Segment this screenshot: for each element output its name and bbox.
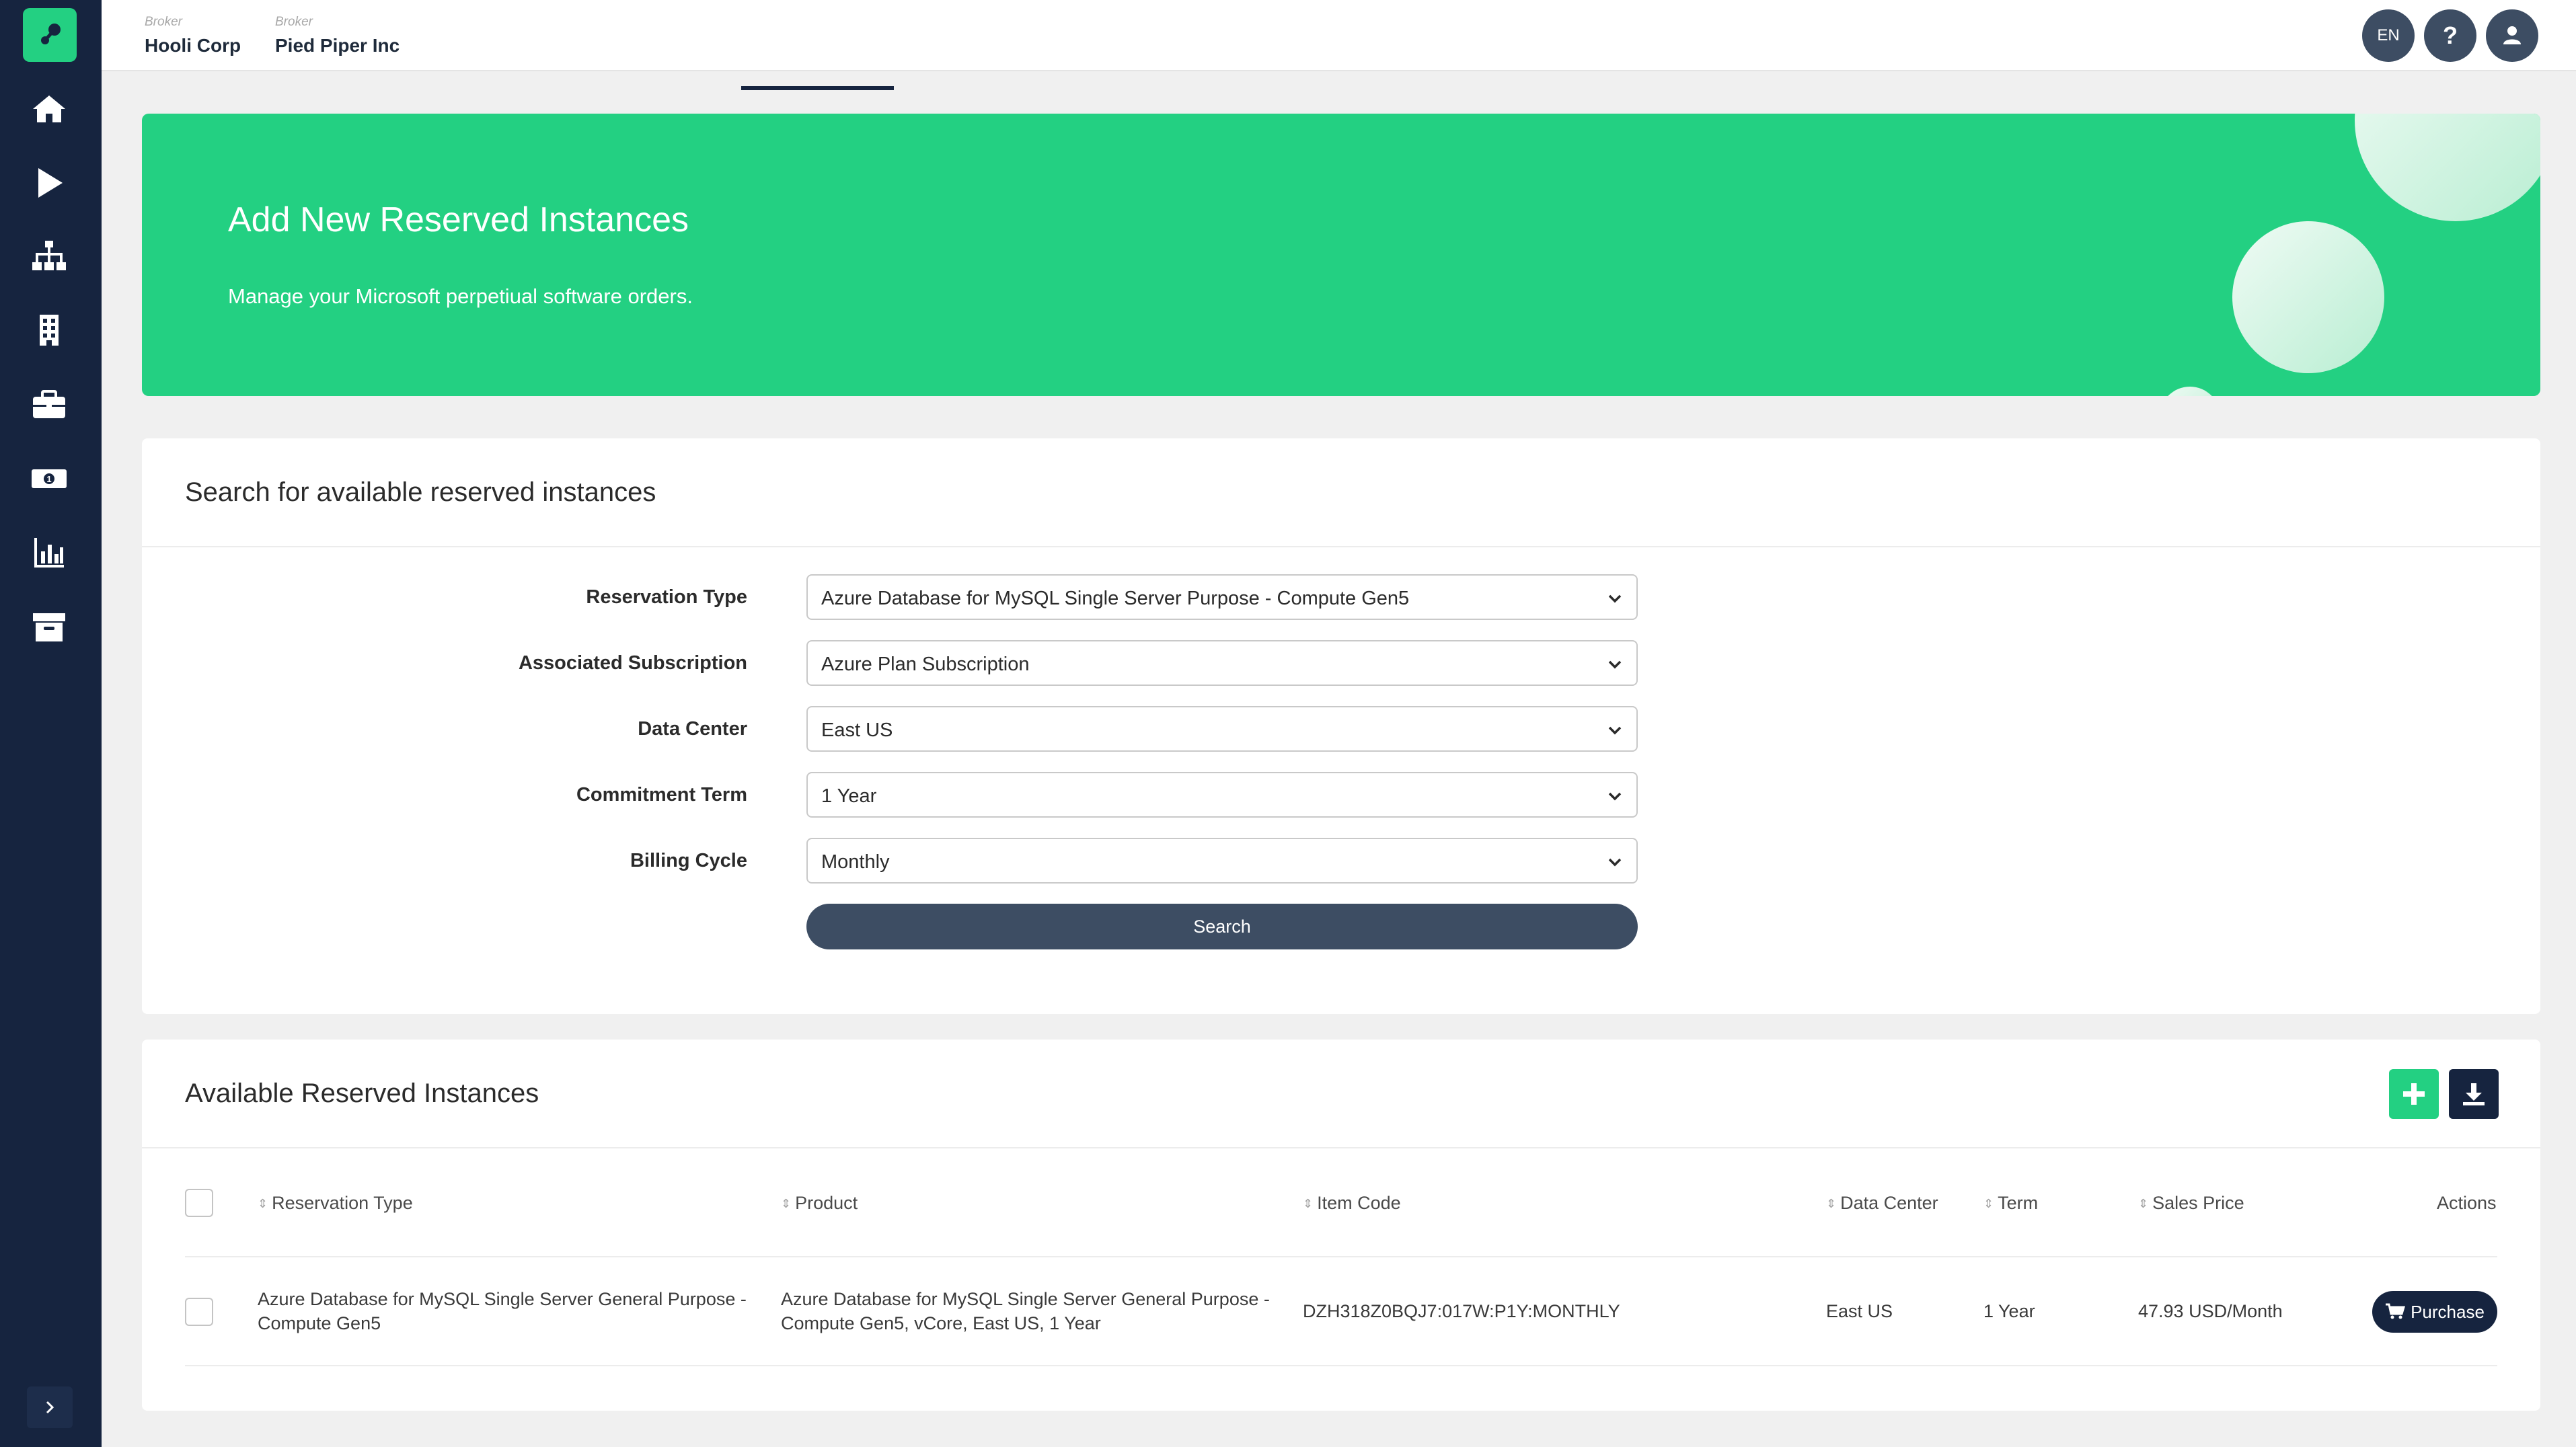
cell-product: Azure Database for MySQL Single Server G…: [781, 1287, 1279, 1335]
chevron-down-icon: [1608, 726, 1622, 735]
data-center-label: Data Center: [638, 718, 747, 740]
divider: [185, 1256, 2497, 1257]
logo-icon: [41, 24, 61, 44]
reservation-type-value: Azure Database for MySQL Single Server P…: [821, 588, 1410, 609]
app-logo[interactable]: [23, 8, 77, 62]
chevron-down-icon: [1608, 660, 1622, 669]
briefcase-icon[interactable]: [30, 386, 68, 424]
divider: [142, 1147, 2540, 1148]
user-icon: [2503, 26, 2521, 44]
column-header-sales-price[interactable]: ⇕ Sales Price: [2138, 1193, 2244, 1214]
archive-icon[interactable]: [30, 608, 68, 646]
column-label: Item Code: [1317, 1193, 1401, 1213]
associated-subscription-select[interactable]: Azure Plan Subscription: [806, 640, 1638, 686]
column-label: Data Center: [1840, 1193, 1938, 1213]
broker-label: Broker: [275, 15, 313, 29]
plus-icon: [2403, 1083, 2425, 1105]
row-checkbox[interactable]: [185, 1298, 213, 1326]
cell-item-code: DZH318Z0BQJ7:017W:P1Y:MONTHLY: [1303, 1301, 1620, 1321]
chevron-down-icon: [1608, 858, 1622, 867]
column-header-term[interactable]: ⇕ Term: [1983, 1193, 2038, 1214]
column-header-actions: Actions: [2437, 1193, 2497, 1213]
results-card: Available Reserved Instances ⇕ Reservatio…: [142, 1040, 2540, 1411]
cell-line: Azure Database for MySQL Single Server G…: [258, 1289, 747, 1309]
sort-icon: ⇕: [1983, 1197, 1994, 1210]
cell-line: Compute Gen5, vCore, East US, 1 Year: [781, 1313, 1101, 1333]
cell-line: Compute Gen5: [258, 1313, 381, 1333]
column-header-item-code[interactable]: ⇕ Item Code: [1303, 1193, 1401, 1214]
decorative-bubble: [2355, 114, 2540, 221]
hero-subtitle: Manage your Microsoft perpetiual softwar…: [228, 284, 693, 308]
commitment-term-select[interactable]: 1 Year: [806, 772, 1638, 818]
sort-icon: ⇕: [2138, 1197, 2149, 1210]
cart-icon: [2386, 1303, 2406, 1319]
column-label: Product: [795, 1193, 858, 1213]
divider: [142, 546, 2540, 547]
user-button[interactable]: [2486, 9, 2538, 62]
associated-subscription-value: Azure Plan Subscription: [821, 654, 1030, 675]
money-icon[interactable]: 1: [30, 460, 68, 498]
home-icon[interactable]: [30, 90, 68, 128]
chevron-down-icon: [1608, 594, 1622, 603]
sitemap-icon[interactable]: [30, 238, 68, 276]
billing-cycle-select[interactable]: Monthly: [806, 838, 1638, 884]
divider: [185, 1365, 2497, 1366]
search-button[interactable]: Search: [806, 904, 1638, 949]
sort-icon: ⇕: [1303, 1197, 1314, 1210]
sidebar: 1: [0, 0, 102, 1447]
associated-subscription-label: Associated Subscription: [518, 652, 747, 674]
chart-icon[interactable]: [30, 534, 68, 572]
sort-icon: ⇕: [258, 1197, 268, 1210]
reservation-type-select[interactable]: Azure Database for MySQL Single Server P…: [806, 574, 1638, 620]
cell-sales-price: 47.93 USD/Month: [2138, 1301, 2283, 1321]
active-tab-indicator: [741, 86, 894, 90]
hero-banner: Add New Reserved Instances Manage your M…: [142, 114, 2540, 396]
commitment-term-label: Commitment Term: [576, 784, 747, 806]
cell-reservation-type: Azure Database for MySQL Single Server G…: [258, 1287, 755, 1335]
play-icon[interactable]: [30, 164, 68, 202]
cell-line: Azure Database for MySQL Single Server G…: [781, 1289, 1270, 1309]
search-card: Search for available reserved instances …: [142, 438, 2540, 1014]
sort-icon: ⇕: [1826, 1197, 1837, 1210]
decorative-bubble: [2232, 221, 2384, 373]
column-header-data-center[interactable]: ⇕ Data Center: [1826, 1193, 1938, 1214]
broker-hooli[interactable]: Broker Hooli Corp: [145, 15, 241, 56]
broker-pied-piper[interactable]: Broker Pied Piper Inc: [275, 15, 400, 56]
purchase-label: Purchase: [2411, 1301, 2485, 1322]
hero-title: Add New Reserved Instances: [228, 200, 689, 239]
chevron-right-icon: [46, 1401, 54, 1414]
data-center-value: East US: [821, 719, 893, 741]
column-header-product[interactable]: ⇕ Product: [781, 1193, 858, 1214]
column-label: Reservation Type: [272, 1193, 413, 1213]
purchase-button[interactable]: Purchase: [2372, 1291, 2497, 1333]
search-card-title: Search for available reserved instances: [185, 477, 656, 507]
billing-cycle-label: Billing Cycle: [630, 850, 747, 871]
sort-icon: ⇕: [781, 1197, 792, 1210]
data-center-select[interactable]: East US: [806, 706, 1638, 752]
broker-name: Pied Piper Inc: [275, 35, 400, 56]
billing-cycle-value: Monthly: [821, 851, 890, 873]
decorative-bubble: [2160, 387, 2220, 396]
column-label: Sales Price: [2152, 1193, 2244, 1213]
download-button[interactable]: [2449, 1069, 2499, 1119]
select-all-checkbox[interactable]: [185, 1189, 213, 1217]
results-card-title: Available Reserved Instances: [185, 1079, 539, 1108]
commitment-term-value: 1 Year: [821, 785, 877, 807]
broker-name: Hooli Corp: [145, 35, 241, 56]
sidebar-collapse-button[interactable]: [27, 1386, 73, 1428]
cell-term: 1 Year: [1983, 1301, 2035, 1321]
svg-text:1: 1: [46, 474, 51, 484]
building-icon[interactable]: [30, 312, 68, 350]
column-header-reservation-type[interactable]: ⇕ Reservation Type: [258, 1193, 413, 1214]
help-button[interactable]: ?: [2424, 9, 2476, 62]
add-button[interactable]: [2389, 1069, 2439, 1119]
column-label: Term: [1998, 1193, 2039, 1213]
top-bar: Broker Hooli Corp Broker Pied Piper Inc …: [102, 0, 2576, 71]
language-button[interactable]: EN: [2362, 9, 2415, 62]
download-icon: [2463, 1083, 2485, 1105]
chevron-down-icon: [1608, 792, 1622, 801]
broker-label: Broker: [145, 15, 182, 29]
cell-data-center: East US: [1826, 1301, 1893, 1321]
reservation-type-label: Reservation Type: [586, 586, 747, 608]
